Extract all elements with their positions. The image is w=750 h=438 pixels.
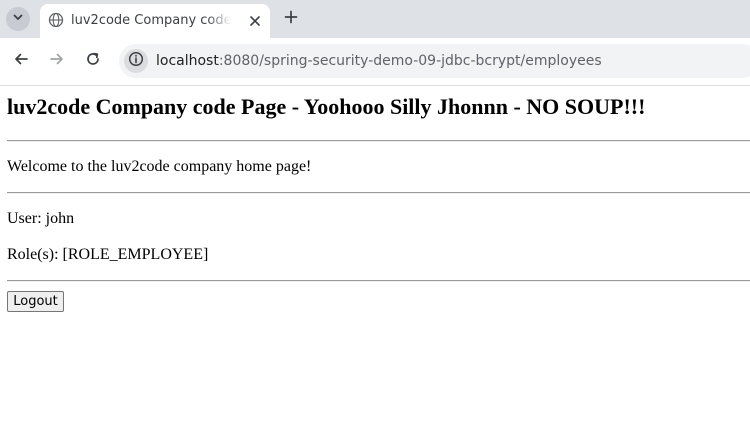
close-icon[interactable] <box>246 12 264 30</box>
forward-arrow-icon <box>49 51 65 72</box>
tab-active[interactable]: luv2code Company code Page - Yoohooo Sil… <box>40 4 270 38</box>
reload-button[interactable] <box>82 50 104 72</box>
divider <box>7 140 750 142</box>
back-arrow-icon <box>13 51 29 72</box>
site-info-button[interactable] <box>124 49 148 73</box>
info-icon <box>128 51 144 72</box>
forward-button[interactable] <box>46 50 68 72</box>
new-tab-button[interactable] <box>280 8 302 30</box>
chevron-down-icon <box>12 10 24 28</box>
toolbar: localhost:8080/spring-security-demo-09-j… <box>0 38 750 86</box>
tab-title: luv2code Company code Page - Yoohooo Sil… <box>71 13 231 28</box>
roles-text: Role(s): [ROLE_EMPLOYEE] <box>7 246 209 263</box>
plus-icon <box>284 10 298 29</box>
url-path: :8080/spring-security-demo-09-jdbc-bcryp… <box>218 53 602 69</box>
tab-list-button[interactable] <box>6 7 30 31</box>
url-host: localhost <box>156 53 219 69</box>
back-button[interactable] <box>10 50 32 72</box>
reload-icon <box>85 51 101 72</box>
address-bar[interactable]: localhost:8080/spring-security-demo-09-j… <box>119 44 750 78</box>
welcome-text: Welcome to the luv2code company home pag… <box>7 158 312 175</box>
browser-window: luv2code Company code Page - Yoohooo Sil… <box>0 0 750 438</box>
tab-strip: luv2code Company code Page - Yoohooo Sil… <box>0 0 750 38</box>
divider <box>7 192 750 194</box>
divider <box>7 280 750 282</box>
page-title: luv2code Company code Page - Yoohooo Sil… <box>7 94 646 119</box>
logout-button[interactable]: Logout <box>7 291 64 312</box>
globe-icon <box>48 12 64 28</box>
url-text[interactable]: localhost:8080/spring-security-demo-09-j… <box>156 51 602 71</box>
page-content: luv2code Company code Page - Yoohooo Sil… <box>0 86 750 438</box>
user-text: User: john <box>7 210 75 227</box>
